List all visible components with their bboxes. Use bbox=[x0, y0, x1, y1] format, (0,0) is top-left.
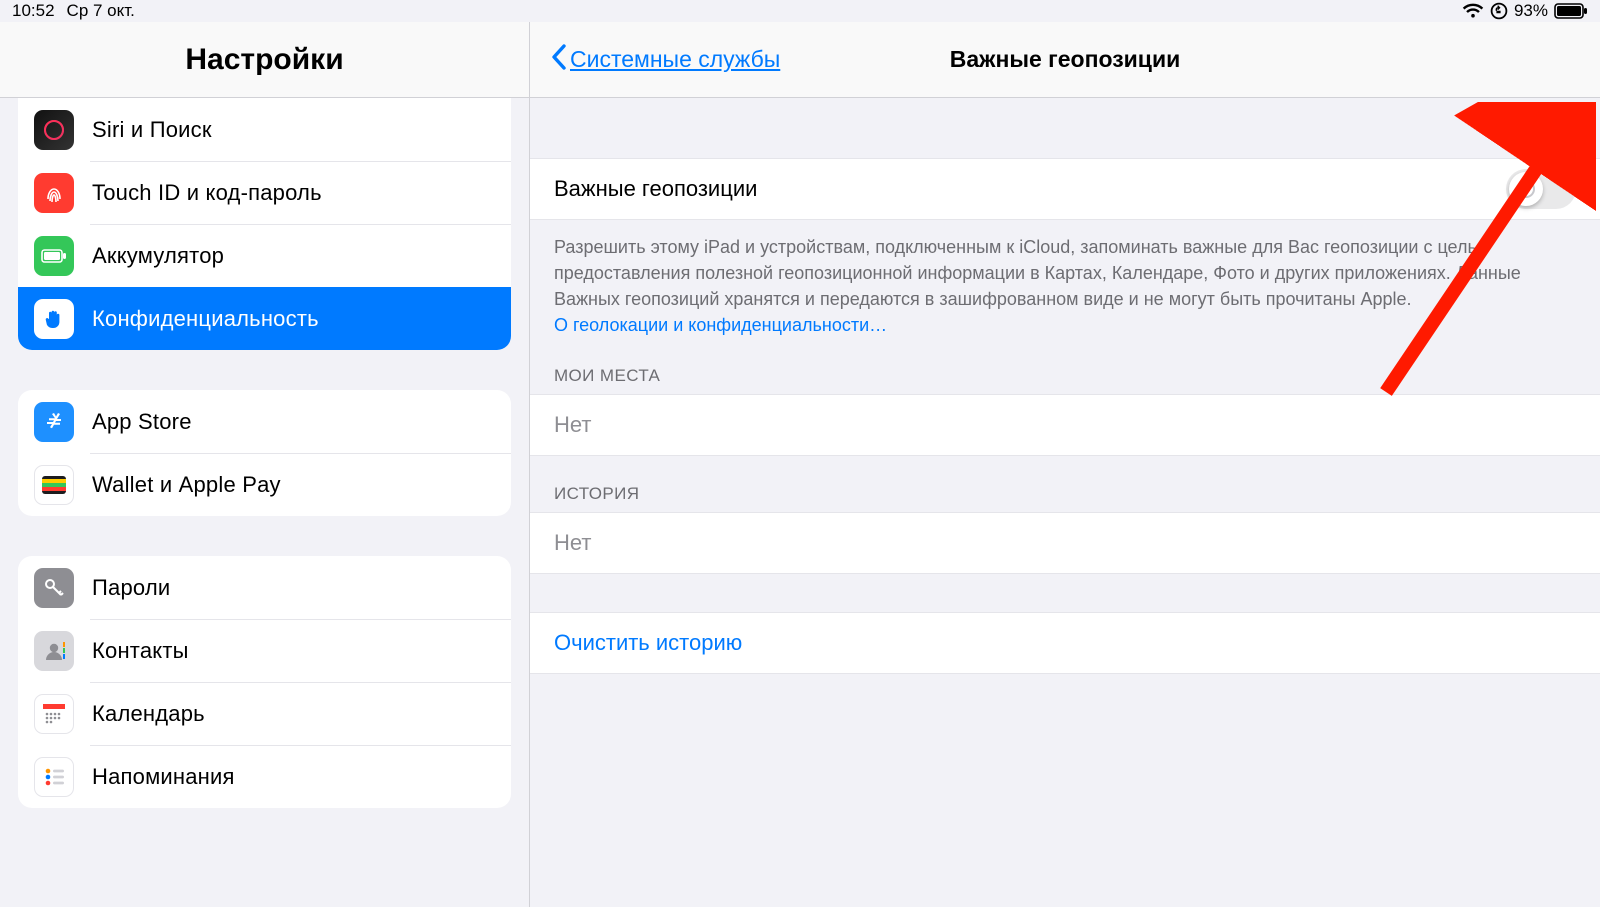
my-places-value: Нет bbox=[530, 394, 1600, 456]
status-bar: 10:52 Ср 7 окт. 93% bbox=[0, 0, 1600, 22]
footnote-text: Разрешить этому iPad и устройствам, подк… bbox=[554, 237, 1521, 309]
appstore-icon bbox=[34, 402, 74, 442]
spinner-icon bbox=[1517, 180, 1535, 198]
chevron-left-icon bbox=[550, 43, 568, 77]
sidebar-title: Настройки bbox=[185, 43, 343, 77]
siri-icon bbox=[34, 110, 74, 150]
sidebar-item-reminders[interactable]: Напоминания bbox=[18, 745, 511, 808]
sidebar-item-wallet[interactable]: Wallet и Apple Pay bbox=[18, 453, 511, 516]
sidebar-group-general: Siri и Поиск Touch ID и код‑пароль Аккум… bbox=[18, 98, 511, 350]
status-date: Ср 7 окт. bbox=[67, 1, 135, 21]
section-header-history: ИСТОРИЯ bbox=[530, 456, 1600, 512]
clear-history-button[interactable]: Очистить историю bbox=[530, 612, 1600, 674]
toggle-significant-locations[interactable] bbox=[1506, 169, 1576, 209]
settings-sidebar: Настройки Siri и Поиск Touch ID и код‑па… bbox=[0, 22, 530, 907]
sidebar-group-store: App Store Wallet и Apple Pay bbox=[18, 390, 511, 516]
wallet-icon bbox=[34, 465, 74, 505]
wifi-icon bbox=[1462, 3, 1484, 19]
clear-history-label: Очистить историю bbox=[554, 630, 742, 656]
detail-header: Системные службы Важные геопозиции bbox=[530, 22, 1600, 98]
sidebar-item-label: Контакты bbox=[92, 638, 189, 664]
section-header-my-places: МОИ МЕСТА bbox=[530, 338, 1600, 394]
history-value: Нет bbox=[530, 512, 1600, 574]
sidebar-item-label: Siri и Поиск bbox=[92, 117, 212, 143]
sidebar-group-apps: Пароли Контакты Календарь bbox=[18, 556, 511, 808]
back-button[interactable]: Системные службы bbox=[550, 43, 780, 77]
sidebar-item-battery[interactable]: Аккумулятор bbox=[18, 224, 511, 287]
sidebar-item-label: Календарь bbox=[92, 701, 205, 727]
key-icon bbox=[34, 568, 74, 608]
sidebar-item-label: Напоминания bbox=[92, 764, 235, 790]
footnote: Разрешить этому iPad и устройствам, подк… bbox=[530, 220, 1600, 338]
status-battery-pct: 93% bbox=[1514, 1, 1548, 21]
sidebar-item-touchid[interactable]: Touch ID и код‑пароль bbox=[18, 161, 511, 224]
sidebar-item-siri[interactable]: Siri и Поиск bbox=[18, 98, 511, 161]
sidebar-item-label: Touch ID и код‑пароль bbox=[92, 180, 322, 206]
fingerprint-icon bbox=[34, 173, 74, 213]
sidebar-item-label: Конфиденциальность bbox=[92, 306, 319, 332]
sidebar-item-label: App Store bbox=[92, 409, 192, 435]
calendar-icon bbox=[34, 694, 74, 734]
toggle-label: Важные геопозиции bbox=[554, 176, 757, 202]
sidebar-item-appstore[interactable]: App Store bbox=[18, 390, 511, 453]
sidebar-item-passwords[interactable]: Пароли bbox=[18, 556, 511, 619]
sidebar-item-privacy[interactable]: Конфиденциальность bbox=[18, 287, 511, 350]
sidebar-header: Настройки bbox=[0, 22, 529, 98]
battery-icon bbox=[1554, 3, 1588, 19]
sidebar-item-contacts[interactable]: Контакты bbox=[18, 619, 511, 682]
sidebar-item-calendar[interactable]: Календарь bbox=[18, 682, 511, 745]
sidebar-item-label: Пароли bbox=[92, 575, 170, 601]
detail-pane: Системные службы Важные геопозиции Важны… bbox=[530, 22, 1600, 907]
toggle-row-significant-locations: Важные геопозиции bbox=[530, 158, 1600, 220]
reminders-icon bbox=[34, 757, 74, 797]
status-time: 10:52 bbox=[12, 1, 55, 21]
contacts-icon bbox=[34, 631, 74, 671]
privacy-learn-more-link[interactable]: О геолокации и конфиденциальности… bbox=[554, 315, 887, 335]
my-places-text: Нет bbox=[554, 412, 591, 438]
hand-icon bbox=[34, 299, 74, 339]
orientation-lock-icon bbox=[1490, 2, 1508, 20]
sidebar-item-label: Аккумулятор bbox=[92, 243, 224, 269]
battery-icon bbox=[34, 236, 74, 276]
sidebar-item-label: Wallet и Apple Pay bbox=[92, 472, 281, 498]
back-label: Системные службы bbox=[570, 46, 780, 73]
history-text: Нет bbox=[554, 530, 591, 556]
